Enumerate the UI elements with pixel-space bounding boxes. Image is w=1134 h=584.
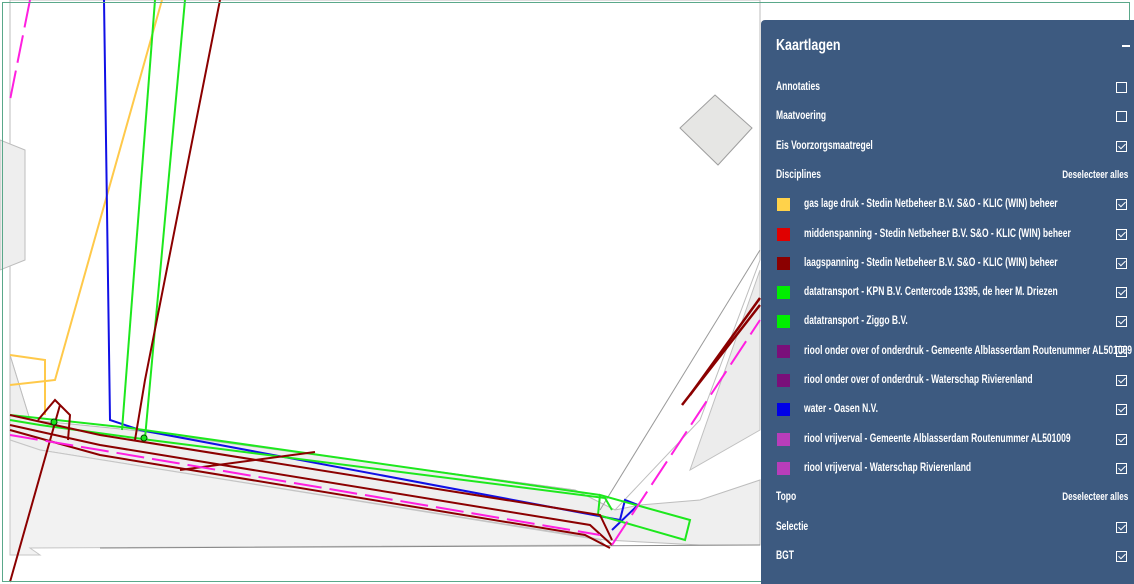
layer-label: riool onder over of onderdruk - Gemeente… [804,344,1133,357]
checkbox-checked[interactable] [1116,521,1127,533]
checkbox-checked[interactable] [1116,433,1127,445]
discipline-layer-row[interactable]: riool vrijverval - Gemeente Alblasserdam… [761,429,1134,451]
discipline-layer-row[interactable]: riool onder over of onderdruk - Gemeente… [761,341,1134,363]
checkbox-checked[interactable] [1116,316,1127,328]
map-parcel-small [0,139,26,271]
discipline-layer-row[interactable]: gas lage druk - Stedin Netbeheer B.V. S&… [761,194,1134,216]
topo-layer-row[interactable]: Selectie [761,517,1134,539]
color-swatch [777,286,790,300]
checkbox-checked[interactable] [1116,404,1127,416]
discipline-layer-row[interactable]: middenspanning - Stedin Netbeheer B.V. S… [761,224,1134,246]
collapse-icon[interactable] [1122,45,1130,47]
layer-label: middenspanning - Stedin Netbeheer B.V. S… [804,227,1071,240]
color-swatch [777,198,790,212]
map-node [140,434,148,442]
checkbox-checked[interactable] [1116,199,1127,211]
discipline-layer-row[interactable]: laagspanning - Stedin Netbeheer B.V. S&O… [761,253,1134,275]
color-swatch [777,256,790,270]
deselect-all-button[interactable]: Deselecteer alles [1062,491,1128,503]
discipline-layer-row[interactable]: datatransport - KPN B.V. Centercode 1339… [761,282,1134,304]
checkbox-checked[interactable] [1116,550,1127,562]
color-swatch [777,374,790,387]
layer-label: Eis Voorzorgsmaatregel [776,139,873,152]
layer-label: Maatvoering [776,110,827,123]
layer-label: riool vrijverval - Gemeente Alblasserdam… [804,432,1071,445]
checkbox-checked[interactable] [1116,228,1127,240]
panel-title: Kaartlagen [776,37,841,54]
checkbox-unchecked[interactable] [1116,111,1127,123]
discipline-layer-row[interactable]: riool vrijverval - Waterschap Rivierenla… [761,458,1134,480]
color-swatch [777,344,790,358]
checkbox-checked[interactable] [1116,257,1127,269]
checkbox-checked[interactable] [1116,375,1127,386]
layer-label: Disciplines [776,168,821,181]
checkbox-checked[interactable] [1116,462,1127,474]
checkbox-unchecked[interactable] [1116,82,1127,93]
checkbox-checked[interactable] [1116,140,1127,152]
discipline-layer-row[interactable]: riool onder over of onderdruk - Watersch… [761,370,1134,392]
deselect-all-button[interactable]: Deselecteer alles [1062,169,1128,181]
section-header-topo: Topo Deselecteer alles [761,487,1134,509]
layer-row[interactable]: Eis Voorzorgsmaatregel [761,136,1134,158]
color-swatch [777,461,790,475]
layer-row[interactable]: Maatvoering [761,106,1134,128]
color-swatch [777,227,790,241]
layer-label: gas lage druk - Stedin Netbeheer B.V. S&… [804,198,1058,211]
layer-label: Topo [776,491,797,504]
layer-label: water - Oasen N.V. [804,403,878,416]
layer-row[interactable]: Annotaties [761,77,1134,99]
color-swatch [777,315,790,329]
discipline-layer-row[interactable]: water - Oasen N.V. [761,399,1134,421]
checkbox-checked[interactable] [1116,287,1127,299]
color-swatch [777,403,790,417]
color-swatch [777,432,790,446]
map-node [50,418,58,426]
topo-layer-row[interactable]: BGT [761,546,1134,568]
section-header-disciplines: Disciplines Deselecteer alles [761,165,1134,187]
layer-label: BGT [776,549,794,562]
layer-label: laagspanning - Stedin Netbeheer B.V. S&O… [804,256,1058,269]
layer-label: riool vrijverval - Waterschap Rivierenla… [804,461,972,474]
checkbox-checked[interactable] [1116,345,1127,357]
discipline-layer-row[interactable]: datatransport - Ziggo B.V. [761,311,1134,333]
layer-label: datatransport - KPN B.V. Centercode 1339… [804,286,1058,299]
layer-label: Annotaties [776,81,820,93]
layer-label: Selectie [776,520,809,533]
layer-label: datatransport - Ziggo B.V. [804,315,908,328]
layers-panel: Kaartlagen Annotaties Maatvoering Eis Voor… [761,20,1134,584]
layer-label: riool onder over of onderdruk - Watersch… [804,374,1033,386]
